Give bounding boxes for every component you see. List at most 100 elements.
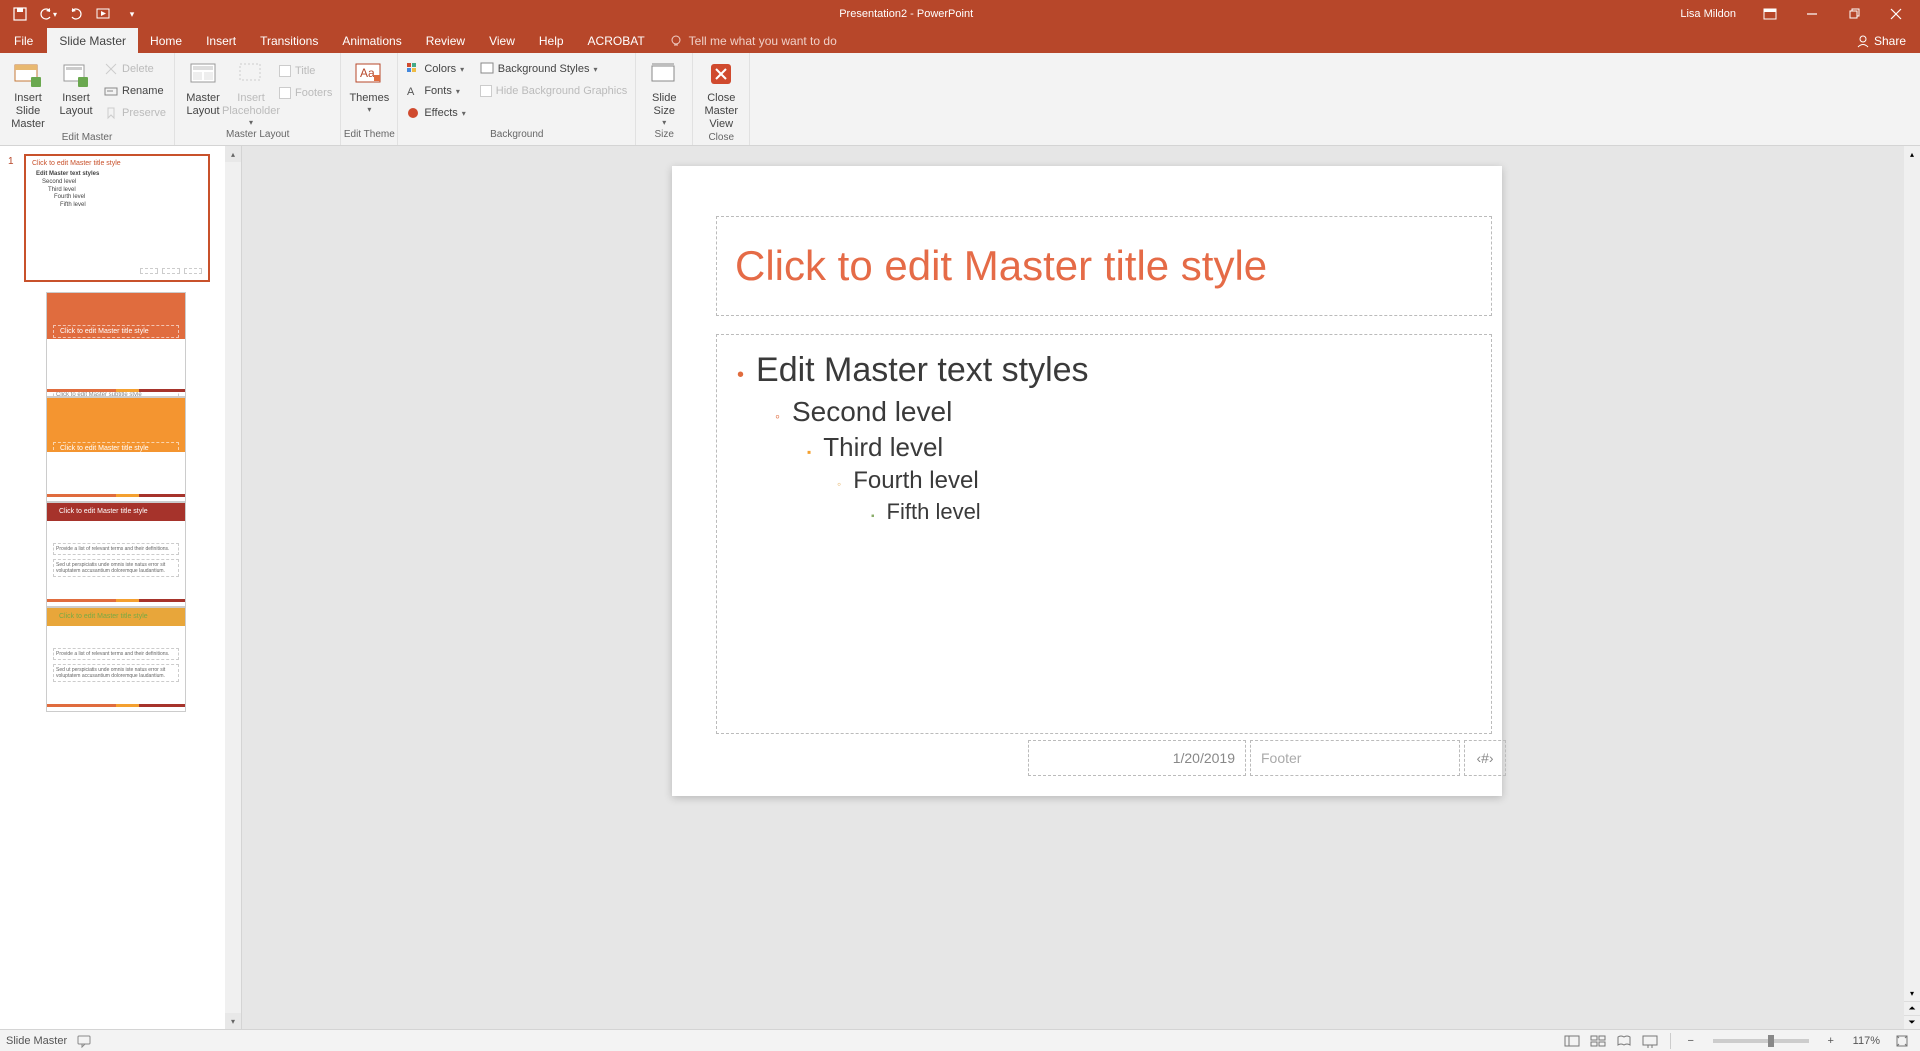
- master-layout-label: Master Layout: [179, 92, 227, 118]
- bullet-icon: ▪: [871, 511, 875, 522]
- comments-button[interactable]: [77, 1034, 91, 1048]
- ribbon-tabs: File Slide Master Home Insert Transition…: [0, 28, 1920, 53]
- master-layout-button[interactable]: Master Layout: [179, 56, 227, 118]
- thumbnail-scrollbar[interactable]: ▴ ▾: [225, 146, 241, 1029]
- zoom-in-button[interactable]: +: [1819, 1031, 1843, 1051]
- zoom-slider[interactable]: [1713, 1039, 1809, 1043]
- reading-view-button[interactable]: [1612, 1031, 1636, 1051]
- thumb-layout-4[interactable]: Click to edit Master title style Provide…: [46, 607, 186, 712]
- tab-help[interactable]: Help: [527, 28, 576, 53]
- thumb-master[interactable]: 1 Click to edit Master title style Edit …: [8, 154, 241, 282]
- main-area: 1 Click to edit Master title style Edit …: [0, 146, 1920, 1029]
- tell-me-search[interactable]: Tell me what you want to do: [657, 28, 849, 53]
- share-label: Share: [1874, 34, 1906, 48]
- chevron-down-icon: ▾: [462, 109, 466, 118]
- group-edit-theme: Aa Themes ▾ Edit Theme: [341, 53, 398, 145]
- insert-layout-label: Insert Layout: [52, 92, 100, 118]
- redo-button[interactable]: [64, 2, 88, 26]
- close-master-label: Close Master View: [697, 92, 745, 132]
- tab-animations[interactable]: Animations: [330, 28, 413, 53]
- slide-size-label: Slide Size: [640, 92, 688, 118]
- checkbox-icon: [279, 87, 291, 99]
- next-slide-button[interactable]: ⏷: [1904, 1015, 1920, 1029]
- close-master-view-button[interactable]: Close Master View: [697, 56, 745, 132]
- insert-slide-master-button[interactable]: Insert Slide Master: [4, 56, 52, 132]
- tab-home[interactable]: Home: [138, 28, 194, 53]
- fonts-icon: A: [406, 84, 420, 98]
- user-name[interactable]: Lisa Mildon: [1668, 8, 1748, 20]
- background-styles-button[interactable]: Background Styles▾: [476, 58, 631, 80]
- fit-to-window-button[interactable]: [1890, 1031, 1914, 1051]
- thumb-layout-1[interactable]: Click to edit Master title style Click t…: [46, 292, 186, 397]
- start-from-beginning-button[interactable]: [92, 2, 116, 26]
- group-background: Colors▾ AFonts▾ Effects▾ Background Styl…: [398, 53, 636, 145]
- group-master-layout: Master Layout Insert Placeholder ▾ Title…: [175, 53, 341, 145]
- svg-text:Aa: Aa: [360, 66, 375, 80]
- normal-view-button[interactable]: [1560, 1031, 1584, 1051]
- tab-slide-master[interactable]: Slide Master: [47, 28, 138, 53]
- save-button[interactable]: [8, 2, 32, 26]
- zoom-level[interactable]: 117%: [1845, 1035, 1888, 1047]
- group-label-size: Size: [636, 129, 692, 145]
- insert-slide-master-label: Insert Slide Master: [4, 92, 52, 132]
- scroll-down-button[interactable]: ▾: [225, 1013, 241, 1029]
- undo-button[interactable]: ▾: [36, 2, 60, 26]
- body-level-2: Second level: [792, 396, 952, 428]
- group-size: Slide Size ▾ Size: [636, 53, 693, 145]
- colors-button[interactable]: Colors▾: [402, 58, 469, 80]
- body-level-4: Fourth level: [853, 467, 978, 495]
- checkbox-icon: [279, 65, 291, 77]
- close-button[interactable]: [1876, 0, 1916, 28]
- canvas-scrollbar[interactable]: ▴ ▾ ⏶ ⏷: [1904, 146, 1920, 1029]
- group-label-edit-theme: Edit Theme: [341, 129, 397, 145]
- slide-master-preview[interactable]: Click to edit Master title style • Edit M…: [672, 166, 1502, 796]
- tab-review[interactable]: Review: [414, 28, 477, 53]
- title-checkbox: Title: [275, 60, 336, 82]
- thumb-layout-2[interactable]: Click to edit Master title style Click t…: [46, 397, 186, 502]
- scroll-up-button[interactable]: ▴: [225, 146, 241, 162]
- themes-icon: Aa: [353, 58, 385, 90]
- date-placeholder[interactable]: 1/20/2019: [1028, 740, 1246, 776]
- effects-button[interactable]: Effects▾: [402, 102, 469, 124]
- title-placeholder[interactable]: Click to edit Master title style: [716, 216, 1492, 316]
- share-button[interactable]: Share: [1842, 28, 1920, 53]
- insert-placeholder-button: Insert Placeholder ▾: [227, 56, 275, 128]
- scroll-up-button[interactable]: ▴: [1904, 146, 1920, 162]
- group-label-close: Close: [693, 132, 749, 145]
- preserve-button: Preserve: [100, 102, 170, 124]
- slideshow-button[interactable]: [1638, 1031, 1662, 1051]
- tab-view[interactable]: View: [477, 28, 527, 53]
- title-bar: ▾ ▾ Presentation2 - PowerPoint Lisa Mild…: [0, 0, 1920, 28]
- slide-canvas: Click to edit Master title style • Edit M…: [242, 146, 1920, 1029]
- qat-customize-button[interactable]: ▾: [120, 2, 144, 26]
- footer-placeholder[interactable]: Footer: [1250, 740, 1460, 776]
- ribbon-display-options-button[interactable]: [1750, 0, 1790, 28]
- tab-insert[interactable]: Insert: [194, 28, 248, 53]
- body-level-1: Edit Master text styles: [756, 351, 1089, 390]
- slide-sorter-view-button[interactable]: [1586, 1031, 1610, 1051]
- thumb-layout-3[interactable]: Click to edit Master title style Provide…: [46, 502, 186, 607]
- body-level-5: Fifth level: [887, 499, 981, 525]
- body-placeholder[interactable]: •Edit Master text styles ◦Second level ▪…: [716, 334, 1492, 734]
- thumb-master-slide[interactable]: Click to edit Master title style Edit Ma…: [24, 154, 210, 282]
- tab-acrobat[interactable]: ACROBAT: [576, 28, 657, 53]
- restore-button[interactable]: [1834, 0, 1874, 28]
- rename-button[interactable]: Rename: [100, 80, 170, 102]
- chevron-down-icon: ▾: [456, 87, 460, 96]
- chevron-down-icon: ▾: [367, 105, 371, 115]
- group-label-background: Background: [398, 129, 635, 145]
- delete-button: Delete: [100, 58, 170, 80]
- slide-number-placeholder[interactable]: ‹#›: [1464, 740, 1506, 776]
- chevron-down-icon: ▾: [249, 118, 253, 128]
- previous-slide-button[interactable]: ⏶: [1904, 1001, 1920, 1015]
- fonts-button[interactable]: AFonts▾: [402, 80, 469, 102]
- tab-transitions[interactable]: Transitions: [248, 28, 330, 53]
- tab-file[interactable]: File: [0, 28, 47, 53]
- zoom-out-button[interactable]: −: [1679, 1031, 1703, 1051]
- themes-button[interactable]: Aa Themes ▾: [345, 56, 393, 115]
- insert-layout-button[interactable]: Insert Layout: [52, 56, 100, 118]
- bullet-icon: •: [737, 364, 744, 387]
- minimize-button[interactable]: [1792, 0, 1832, 28]
- scroll-down-button[interactable]: ▾: [1904, 985, 1920, 1001]
- slide-size-button[interactable]: Slide Size ▾: [640, 56, 688, 128]
